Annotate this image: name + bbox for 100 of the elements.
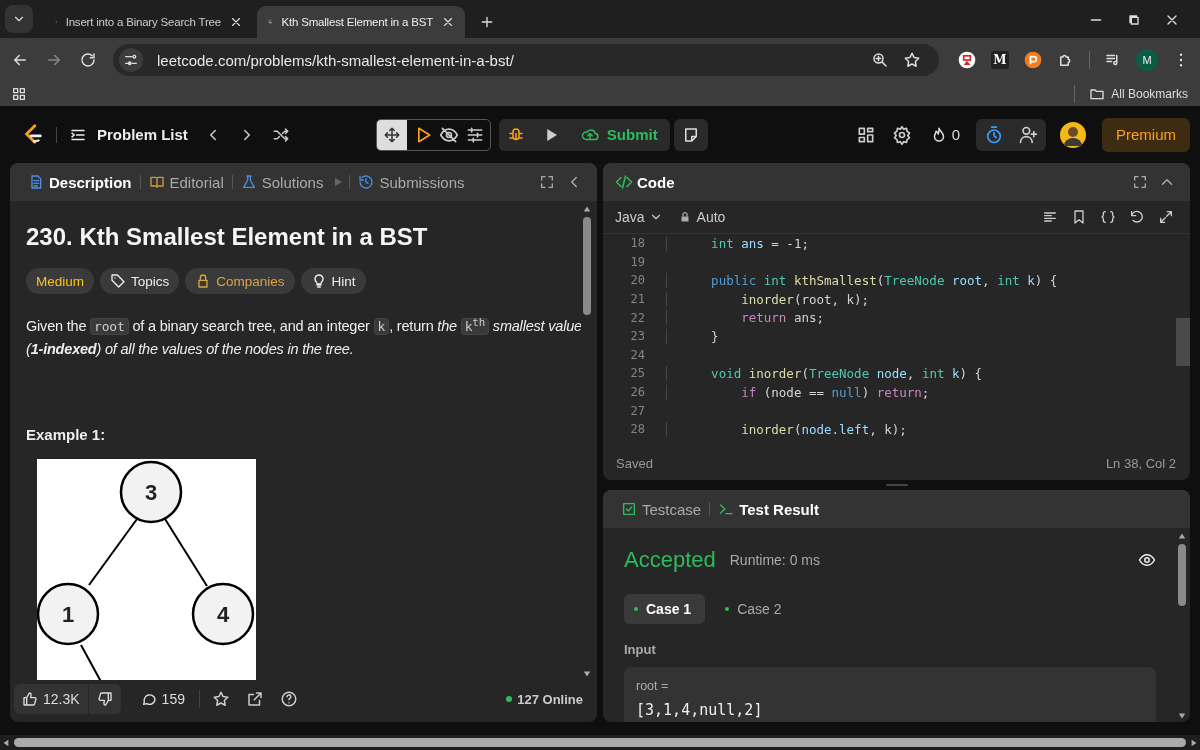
apps-icon[interactable]: [11, 86, 27, 102]
tree-node: 1: [37, 583, 100, 646]
browser-tab[interactable]: Insert into a Binary Search Tree: [45, 6, 253, 38]
comment-icon: [140, 691, 157, 707]
thumbs-up-icon: [22, 691, 38, 707]
help-icon[interactable]: [279, 690, 298, 708]
scrollbar-thumb[interactable]: [1176, 318, 1190, 366]
document-icon: [28, 174, 44, 190]
problem-list-button[interactable]: Problem List: [69, 125, 188, 144]
close-icon[interactable]: [229, 15, 243, 29]
case-tab[interactable]: Case 1: [624, 594, 706, 624]
comments-button[interactable]: 159: [132, 684, 193, 714]
language-dropdown[interactable]: Java: [615, 209, 663, 225]
verdict: Accepted: [624, 547, 716, 573]
save-status: Saved: [616, 455, 653, 471]
panel-tab[interactable]: Test Result: [712, 500, 825, 518]
fullscreen-icon[interactable]: [1158, 209, 1174, 225]
star-icon[interactable]: [211, 690, 230, 708]
star-icon[interactable]: [903, 51, 921, 69]
add-user-icon[interactable]: [1018, 124, 1038, 145]
line-number: 24: [629, 347, 646, 362]
panel-title: Code: [636, 173, 675, 191]
scroll-right-icon[interactable]: [1190, 738, 1198, 747]
tag-icon: [110, 273, 126, 289]
cursor-position: Ln 38, Col 2: [1105, 455, 1176, 471]
code-line: inorder(root, k);: [666, 291, 870, 307]
format-icon[interactable]: [1042, 209, 1058, 225]
line-number: 19: [629, 254, 646, 269]
tag-chip[interactable]: Topics: [100, 268, 180, 294]
scroll-up-icon[interactable]: [583, 205, 591, 213]
play-icon: [333, 177, 344, 187]
panel-tab[interactable]: Editorial: [142, 173, 230, 191]
braces-icon[interactable]: [1100, 209, 1116, 225]
code-line: public int kthSmallest(TreeNode root, int k) {: [666, 273, 1058, 288]
line-number: 25: [629, 366, 646, 381]
panel-tab[interactable]: Description: [22, 173, 138, 191]
extension-icon[interactable]: [957, 50, 977, 70]
history-icon: [358, 174, 375, 190]
expand-icon[interactable]: [539, 174, 555, 190]
tab-title: Kth Smallest Element in a BST: [281, 16, 433, 28]
case-tab[interactable]: Case 2: [715, 594, 796, 624]
code-icon: [615, 173, 633, 191]
settings-icon[interactable]: [891, 124, 912, 145]
move-handle[interactable]: [376, 119, 407, 150]
extension-button[interactable]: M: [991, 51, 1009, 69]
tree-edge: [164, 518, 208, 588]
parameter-value: [3,1,4,null,2]: [636, 701, 764, 719]
tag-chip[interactable]: Hint: [300, 268, 366, 294]
tab-search-button[interactable]: [5, 5, 33, 33]
avatar[interactable]: [1060, 121, 1086, 148]
scroll-down-icon[interactable]: [1178, 712, 1186, 720]
panel-tab[interactable]: Testcase: [615, 500, 708, 518]
expand-icon[interactable]: [1132, 174, 1148, 190]
bookmarks-button[interactable]: All Bookmarks: [1089, 86, 1188, 102]
scroll-up-icon[interactable]: [1178, 532, 1186, 540]
share-icon[interactable]: [245, 690, 264, 708]
runtime: Runtime: 0 ms: [729, 552, 820, 568]
tree-edge: [88, 518, 138, 587]
extension-icon[interactable]: [1023, 50, 1043, 70]
streak-counter[interactable]: 0: [929, 125, 960, 144]
tree-node: 4: [191, 583, 255, 646]
restore-icon[interactable]: [1126, 12, 1142, 28]
panel-tab[interactable]: Solutions: [234, 173, 330, 191]
scrollbar-thumb[interactable]: [583, 217, 591, 315]
undo-icon[interactable]: [1129, 209, 1145, 225]
scrollbar[interactable]: [0, 735, 1200, 750]
premium-button[interactable]: Premium: [1102, 117, 1190, 152]
code-line: if (node == null) return;: [666, 384, 930, 400]
scrollbar-thumb[interactable]: [14, 738, 1186, 747]
thumbs-down-icon: [96, 691, 113, 707]
hide-icon[interactable]: [438, 124, 459, 145]
browser-tab[interactable]: Kth Smallest Element in a BST: [257, 6, 465, 38]
tab-title: Insert into a Binary Search Tree: [65, 16, 221, 28]
notes-button[interactable]: [673, 118, 708, 151]
line-number: 20: [629, 273, 646, 288]
code-line: }: [666, 328, 719, 344]
bookmark-icon[interactable]: [1071, 209, 1087, 225]
eye-icon[interactable]: [1138, 551, 1156, 569]
move-icon: [382, 125, 401, 144]
scrollbar-thumb[interactable]: [1178, 544, 1186, 606]
tree-node: 3: [119, 461, 183, 524]
scroll-down-icon[interactable]: [583, 670, 591, 678]
shuffle-icon[interactable]: [271, 125, 290, 144]
timer-icon[interactable]: [984, 124, 1004, 145]
site-settings-icon[interactable]: [119, 48, 143, 72]
reload-icon[interactable]: [79, 51, 97, 69]
zoom-icon[interactable]: [871, 51, 889, 69]
checkbox-icon: [621, 501, 637, 517]
tag-chip[interactable]: Medium: [26, 268, 94, 294]
terminal-icon: [718, 501, 735, 517]
new-tab-icon[interactable]: [479, 14, 495, 30]
close-icon[interactable]: [441, 15, 455, 29]
code-line: int ans = -1;: [666, 235, 809, 251]
scroll-left-icon[interactable]: [2, 738, 10, 747]
tag-chip[interactable]: Companies: [185, 268, 295, 294]
address-bar[interactable]: leetcode.com/problems/kth-smallest-element-in-a-bst/: [113, 44, 939, 76]
problem-statement: Given the root of a binary search tree, and an integer k , return the k$^{th}$ smallest value (1-indexed) of all the values of the nodes in the tree.: [26, 315, 581, 360]
online-count: 127 Online: [517, 691, 583, 707]
panel-tab[interactable]: Submissions: [352, 173, 471, 191]
profile-button[interactable]: M: [1136, 49, 1158, 71]
